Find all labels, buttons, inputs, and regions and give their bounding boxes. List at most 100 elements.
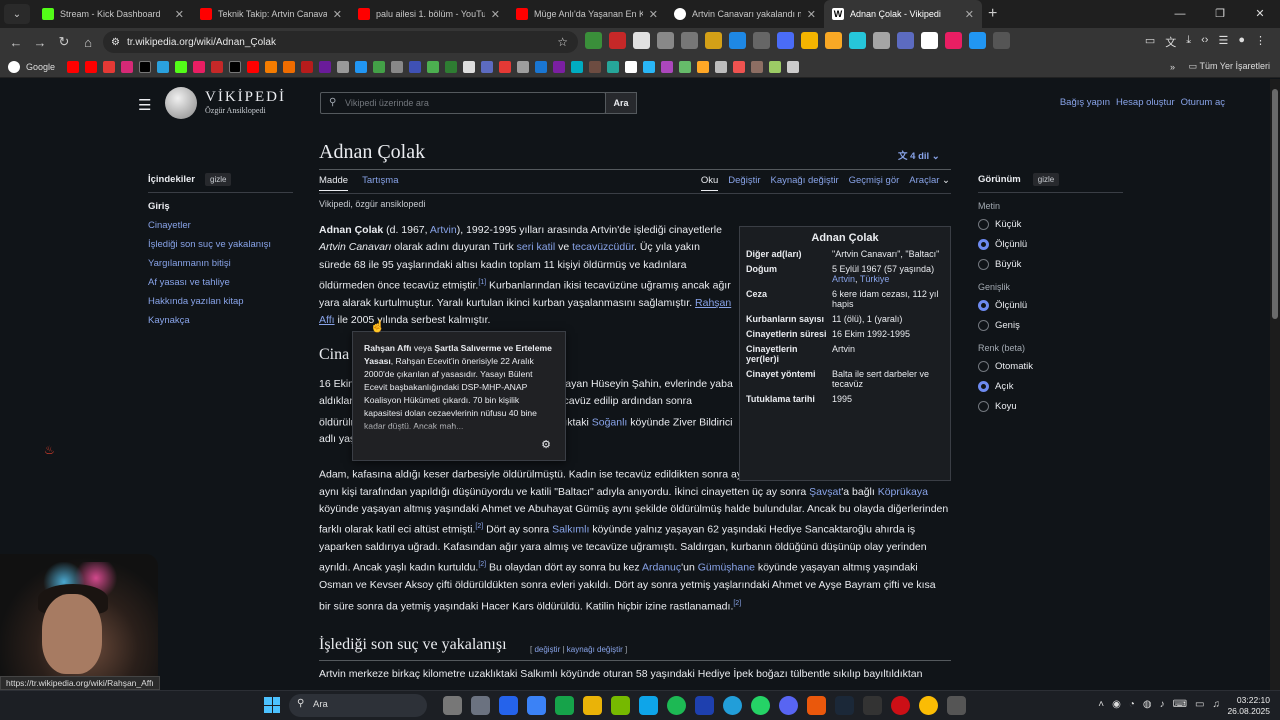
- bookmark-icon[interactable]: [463, 60, 476, 73]
- keyboard-icon[interactable]: ⌨: [1173, 699, 1187, 710]
- search-button[interactable]: Ara: [605, 92, 637, 114]
- bookmark-icon[interactable]: [157, 60, 170, 73]
- bookmark-icon[interactable]: [409, 60, 422, 73]
- bookmark-icon[interactable]: [85, 60, 98, 73]
- cast-icon[interactable]: ▭: [1145, 34, 1155, 50]
- toc-item[interactable]: Cinayetler: [148, 220, 298, 231]
- close-tab-icon[interactable]: ✕: [965, 8, 974, 21]
- wikipedia-globe-logo[interactable]: [165, 87, 197, 119]
- bookmark-icon[interactable]: [535, 60, 548, 73]
- close-tab-icon[interactable]: ✕: [175, 8, 184, 21]
- tab-edit[interactable]: Değiştir: [728, 175, 760, 191]
- bookmark-icon[interactable]: [445, 60, 458, 73]
- toc-item[interactable]: İşlediği son suç ve yakalanışı: [148, 239, 298, 250]
- home-icon[interactable]: ⌂: [76, 35, 100, 50]
- bookmark-icon[interactable]: [265, 60, 278, 73]
- maximize-button[interactable]: ❐: [1200, 0, 1240, 28]
- close-tab-icon[interactable]: ✕: [333, 8, 342, 21]
- minimize-button[interactable]: —: [1160, 0, 1200, 28]
- extension-icon[interactable]: [921, 32, 938, 49]
- epic-games-icon[interactable]: [863, 696, 882, 715]
- browser-tab-active[interactable]: W Adnan Çolak - Vikipedi ✕: [824, 0, 982, 28]
- close-window-button[interactable]: ✕: [1240, 0, 1280, 28]
- toc-hide-button[interactable]: gizle: [205, 173, 232, 186]
- toc-item[interactable]: Hakkında yazılan kitap: [148, 296, 298, 307]
- toc-item[interactable]: Yargılanmanın bitişi: [148, 258, 298, 269]
- bookmark-icon[interactable]: [211, 60, 224, 73]
- whatsapp-icon[interactable]: [751, 696, 770, 715]
- bookmark-icon[interactable]: [427, 60, 440, 73]
- radio-color-light[interactable]: Açık: [978, 381, 1123, 392]
- url-bar[interactable]: ⚙ tr.wikipedia.org/wiki/Adnan_Çolak ☆: [103, 31, 578, 53]
- extensions-puzzle-icon[interactable]: [993, 32, 1010, 49]
- extension-icon[interactable]: [753, 32, 770, 49]
- link-preview-popup[interactable]: Rahşan Affı veya Şartla Salıverme ve Ert…: [352, 331, 566, 461]
- bookmark-icon[interactable]: [751, 60, 764, 73]
- browser-tab[interactable]: Stream - Kick Dashboard ✕: [34, 0, 192, 28]
- extension-icon[interactable]: [873, 32, 890, 49]
- site-info-icon[interactable]: ⚙: [111, 37, 120, 48]
- forward-icon[interactable]: →: [28, 35, 52, 50]
- opera-icon[interactable]: [891, 696, 910, 715]
- extension-icon[interactable]: [633, 32, 650, 49]
- bookmark-icon[interactable]: [607, 60, 620, 73]
- tray-app-icon[interactable]: ◍: [1143, 699, 1152, 710]
- extension-icon[interactable]: [777, 32, 794, 49]
- tab-history[interactable]: Geçmişi gör: [849, 175, 900, 191]
- browser-tab[interactable]: palu ailesi 1. bölüm - YouTube ✕: [350, 0, 508, 28]
- login-link[interactable]: Oturum aç: [1181, 97, 1225, 108]
- bookmark-icon[interactable]: [139, 60, 152, 73]
- language-button[interactable]: 文 4 dil ⌄: [898, 148, 940, 162]
- bookmark-icon[interactable]: [517, 60, 530, 73]
- tab-search-button[interactable]: ⌄: [4, 4, 30, 24]
- browser-tab[interactable]: Artvin Canavarı yakalandı mı ✕: [666, 0, 824, 28]
- profile-avatar[interactable]: ●: [1238, 34, 1245, 50]
- radio-text-standard[interactable]: Ölçünlü: [978, 239, 1123, 250]
- close-tab-icon[interactable]: ✕: [649, 8, 658, 21]
- extension-icon[interactable]: [849, 32, 866, 49]
- bookmark-icon[interactable]: [229, 60, 242, 73]
- appearance-hide-button[interactable]: gizle: [1032, 173, 1060, 186]
- nvidia-icon[interactable]: [611, 696, 630, 715]
- download-icon[interactable]: ⤓: [1186, 34, 1191, 50]
- section-edit-source-link[interactable]: kaynağı değiştir: [567, 645, 623, 654]
- close-tab-icon[interactable]: ✕: [491, 8, 500, 21]
- tray-app-icon[interactable]: ◔: [1129, 699, 1135, 710]
- toc-item[interactable]: Af yasası ve tahliye: [148, 277, 298, 288]
- bookmark-icon[interactable]: [571, 60, 584, 73]
- bookmark-icon[interactable]: [355, 60, 368, 73]
- preview-settings-icon[interactable]: ⚙: [541, 439, 551, 452]
- extension-icon[interactable]: [705, 32, 722, 49]
- bookmark-icon[interactable]: [481, 60, 494, 73]
- task-view-icon[interactable]: [443, 696, 462, 715]
- app-icon[interactable]: [527, 696, 546, 715]
- app-icon[interactable]: [695, 696, 714, 715]
- radio-color-auto[interactable]: Otomatik: [978, 361, 1123, 372]
- tray-app-icon[interactable]: ◉: [1112, 699, 1121, 710]
- back-icon[interactable]: ←: [4, 35, 28, 50]
- radio-width-wide[interactable]: Geniş: [978, 320, 1123, 331]
- bookmark-icon[interactable]: [769, 60, 782, 73]
- spotify-icon[interactable]: [667, 696, 686, 715]
- reload-icon[interactable]: ↻: [52, 34, 76, 50]
- toc-item[interactable]: Kaynakça: [148, 315, 298, 326]
- telegram-icon[interactable]: [723, 696, 742, 715]
- radio-width-standard[interactable]: Ölçünlü: [978, 300, 1123, 311]
- network-icon[interactable]: ▭: [1195, 699, 1204, 710]
- tools-menu[interactable]: Araçlar ⌄: [909, 175, 950, 191]
- tray-overflow-icon[interactable]: ˄: [1098, 699, 1104, 710]
- discord-icon[interactable]: [779, 696, 798, 715]
- extension-icon[interactable]: [897, 32, 914, 49]
- create-account-link[interactable]: Hesap oluştur: [1116, 97, 1175, 108]
- tab-read[interactable]: Oku: [700, 175, 719, 191]
- steam-icon[interactable]: [835, 696, 854, 715]
- microphone-icon[interactable]: ♪: [1160, 699, 1165, 710]
- tab-talk[interactable]: Tartışma: [362, 175, 398, 191]
- sidebar-icon[interactable]: ☰: [1218, 34, 1228, 50]
- app-icon[interactable]: [947, 696, 966, 715]
- bookmark-icon[interactable]: [787, 60, 800, 73]
- bookmark-icon[interactable]: [247, 60, 260, 73]
- extension-icon[interactable]: [801, 32, 818, 49]
- bookmark-icon[interactable]: [733, 60, 746, 73]
- taskbar-clock[interactable]: 03:22:10 26.08.2025: [1227, 695, 1270, 717]
